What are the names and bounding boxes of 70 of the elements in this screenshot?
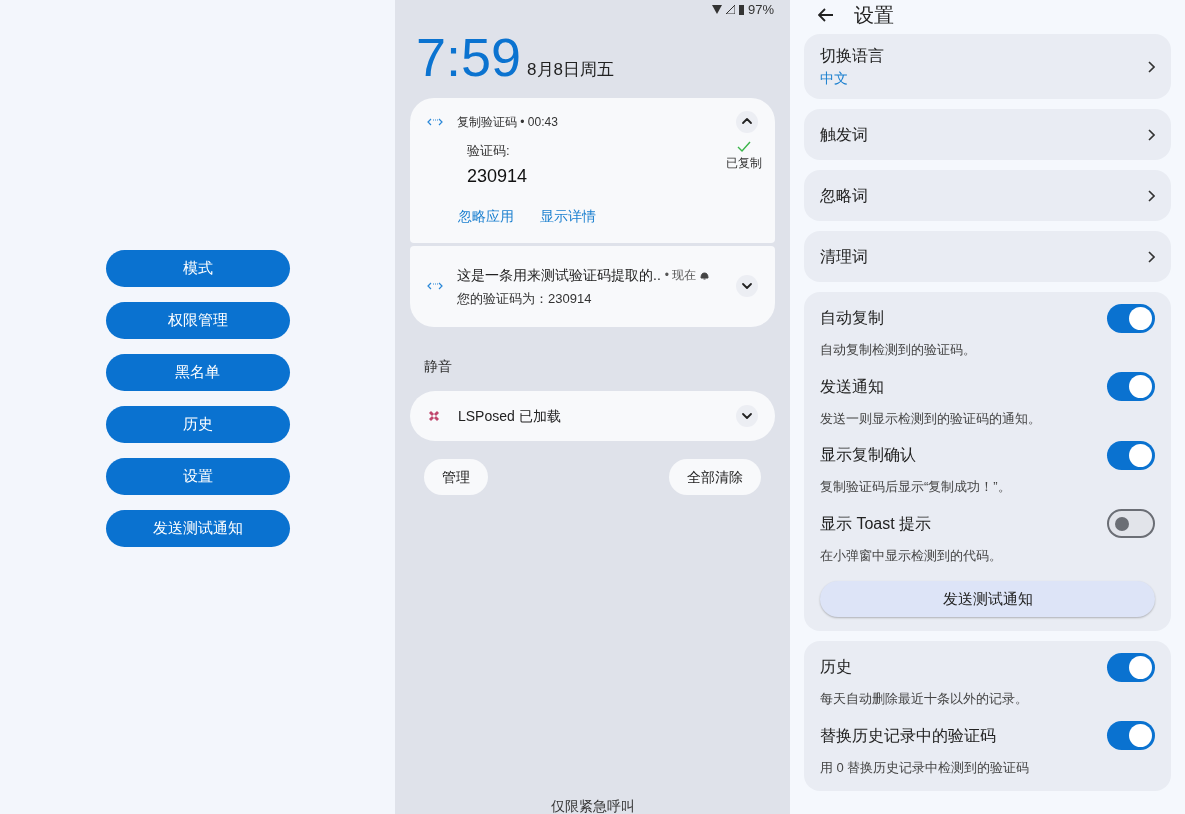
menu-button[interactable]: 历史 bbox=[105, 406, 290, 443]
setting-description: 用 0 替换历史记录中检测到的验证码 bbox=[820, 758, 1031, 777]
page-title: 设置 bbox=[854, 3, 894, 28]
chevron-right-icon bbox=[1147, 60, 1155, 73]
send-test-button[interactable]: 发送测试通知 bbox=[820, 581, 1155, 617]
setting-label: 自动复制 bbox=[820, 308, 884, 328]
item-label: 切换语言 bbox=[820, 46, 885, 66]
settings-item[interactable]: 触发词 bbox=[804, 109, 1171, 160]
setting-description: 复制验证码后显示“复制成功！”。 bbox=[820, 478, 1012, 496]
item-label: 触发词 bbox=[820, 124, 869, 145]
menu-button[interactable]: 模式 bbox=[105, 250, 290, 287]
setting-description: 发送一则显示检测到的验证码的通知。 bbox=[820, 409, 1042, 428]
setting-description: 每天自动删除最近十条以外的记录。 bbox=[820, 690, 1029, 708]
notification-header: 复制验证码 • 00:43 bbox=[457, 114, 559, 131]
menu-button[interactable]: 黑名单 bbox=[105, 354, 290, 391]
toggle-switch[interactable] bbox=[1107, 652, 1155, 682]
pill-button[interactable]: 管理 bbox=[424, 459, 488, 495]
bell-icon bbox=[700, 270, 710, 280]
code-label: 验证码: bbox=[467, 142, 511, 160]
setting-label: 历史 bbox=[820, 657, 852, 677]
item-label: 忽略词 bbox=[820, 185, 869, 206]
setting-label: 发送通知 bbox=[820, 376, 884, 397]
setting-label: 显示复制确认 bbox=[820, 445, 916, 465]
settings-item[interactable]: 忽略词 bbox=[804, 170, 1171, 221]
setting-label: 替换历史记录中的验证码 bbox=[820, 725, 996, 746]
menu-button[interactable]: 权限管理 bbox=[105, 302, 290, 339]
expand-button[interactable] bbox=[736, 405, 758, 427]
notification-card[interactable]: 这是一条用来测试验证码提取的.. • 现在 您的验证码为：230914 bbox=[410, 245, 775, 327]
wifi-icon bbox=[711, 5, 722, 15]
toggle-switch[interactable] bbox=[1107, 721, 1155, 750]
back-arrow-icon bbox=[818, 8, 834, 22]
settings-item[interactable]: 切换语言 中文 bbox=[804, 34, 1171, 99]
verification-code: 230914 bbox=[467, 164, 529, 188]
notification-body: 您的验证码为：230914 bbox=[457, 289, 593, 308]
toggle-switch[interactable] bbox=[1107, 509, 1155, 538]
action-link[interactable]: 忽略应用 bbox=[458, 205, 514, 227]
setting-description: 自动复制检测到的验证码。 bbox=[820, 341, 977, 359]
battery-icon bbox=[738, 4, 744, 15]
notification-time: • 现在 bbox=[664, 267, 697, 284]
menu-button[interactable]: 设置 bbox=[105, 458, 290, 495]
check-icon bbox=[737, 141, 751, 152]
menu-button[interactable]: 发送测试通知 bbox=[105, 510, 290, 547]
signal-icon bbox=[725, 5, 735, 15]
clock-date: 8月8日周五 bbox=[527, 58, 615, 81]
toggle-switch[interactable] bbox=[1107, 303, 1155, 333]
collapse-button[interactable] bbox=[736, 111, 758, 133]
setting-label: 显示 Toast 提示 bbox=[820, 513, 932, 534]
copied-status: 已复制 bbox=[726, 155, 762, 172]
battery-percentage: 97% bbox=[747, 1, 774, 19]
pill-button[interactable]: 全部清除 bbox=[669, 459, 761, 495]
item-value: 中文 bbox=[820, 69, 849, 88]
settings-item[interactable]: 清理词 bbox=[804, 231, 1171, 282]
action-link[interactable]: 显示详情 bbox=[540, 205, 596, 227]
chevron-right-icon bbox=[1147, 128, 1155, 141]
toggle-switch[interactable] bbox=[1107, 372, 1155, 401]
section-title: 静音 bbox=[423, 357, 453, 376]
notification-title: LSPosed 已加载 bbox=[458, 406, 562, 426]
code-icon bbox=[427, 117, 443, 127]
toggle-switch[interactable] bbox=[1107, 440, 1155, 470]
code-icon bbox=[427, 281, 443, 292]
emergency-calls-label: 仅限紧急呼叫 bbox=[549, 797, 636, 814]
notification-card[interactable]: LSPosed 已加载 bbox=[410, 391, 775, 441]
notification-title: 这是一条用来测试验证码提取的.. bbox=[457, 265, 661, 285]
clock-time: 7:59 bbox=[416, 28, 522, 86]
expand-button[interactable] bbox=[736, 275, 758, 298]
notification-card[interactable]: 复制验证码 • 00:43 验证码: 230914 已复制 忽略应用 显示详情 bbox=[410, 98, 775, 243]
chevron-right-icon bbox=[1147, 189, 1155, 202]
chevron-right-icon bbox=[1147, 250, 1155, 263]
setting-description: 在小弹窗中显示检测到的代码。 bbox=[820, 546, 1003, 565]
item-label: 清理词 bbox=[820, 246, 869, 267]
